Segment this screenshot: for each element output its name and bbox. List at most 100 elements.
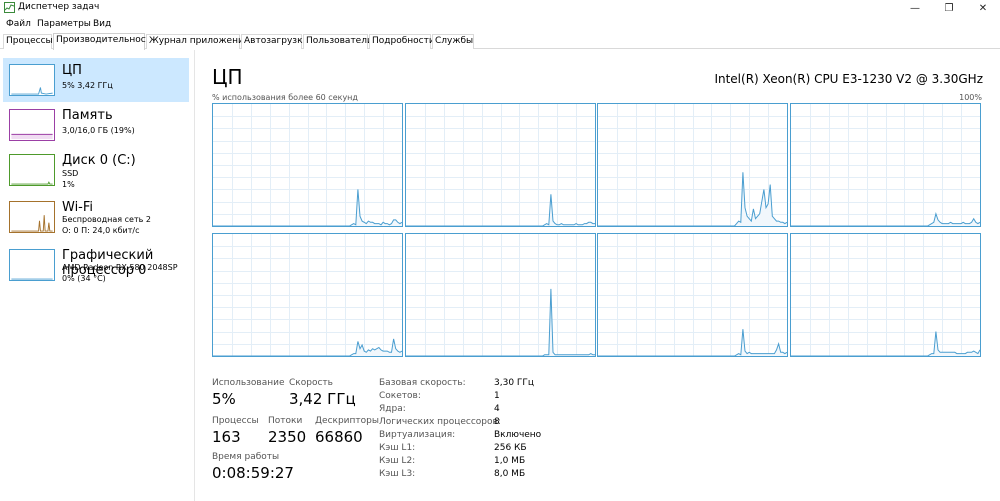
- disk-thumbnail-graph: [9, 154, 55, 186]
- sidebar-item-detail: 1%: [62, 180, 75, 189]
- cpu-core-graph-0-plot: [213, 104, 402, 226]
- sidebar-item-memory[interactable]: Память 3,0/16,0 ГБ (19%): [3, 103, 189, 147]
- detail-value: 256 КБ: [494, 443, 527, 453]
- uptime-label: Время работы: [212, 452, 280, 462]
- detail-label: Базовая скорость:: [379, 378, 466, 388]
- menu-view[interactable]: Вид: [93, 18, 111, 30]
- sidebar-item-detail: 0% (34 °C): [62, 274, 106, 283]
- cpu-usage-area: [598, 172, 787, 226]
- cpu-usage-area: [406, 288, 595, 356]
- cpu-usage-area: [791, 213, 980, 226]
- usage-label: Использование: [212, 378, 285, 388]
- handles-label: Дескрипторы: [315, 416, 379, 426]
- detail-label: Логических процессоров:: [379, 417, 501, 427]
- cpu-usage-line: [406, 194, 595, 226]
- cpu-core-graph-4: [212, 233, 403, 357]
- detail-value: 8: [494, 417, 500, 427]
- cpu-core-graph-6-plot: [598, 234, 787, 356]
- detail-value: 1,0 МБ: [494, 456, 526, 466]
- sidebar-item-subtitle: 3,0/16,0 ГБ (19%): [62, 126, 135, 135]
- detail-label: Виртуализация:: [379, 430, 456, 440]
- tab-bar: Процессы Производительность Журнал прило…: [0, 33, 1000, 50]
- cpu-core-graph-5: [405, 233, 596, 357]
- processes-value: 163: [212, 428, 241, 446]
- cpu-core-graph-2-plot: [598, 104, 787, 226]
- detail-label: Ядра:: [379, 404, 406, 414]
- wifi-thumbnail-graph: [9, 201, 55, 233]
- cpu-core-graph-1-plot: [406, 104, 595, 226]
- threads-value: 2350: [268, 428, 307, 446]
- speed-value: 3,42 ГГц: [289, 390, 356, 408]
- sidebar-item-cpu[interactable]: ЦП 5% 3,42 ГГц: [3, 58, 189, 102]
- menu-bar: Файл Параметры Вид: [0, 17, 1000, 33]
- cpu-core-graph-3: [790, 103, 981, 227]
- minimize-button[interactable]: —: [898, 0, 932, 17]
- sidebar-item-title: Память: [62, 108, 113, 123]
- sidebar-item-disk[interactable]: Диск 0 (C:) SSD 1%: [3, 148, 189, 192]
- sidebar-item-subtitle: 5% 3,42 ГГц: [62, 81, 113, 90]
- sidebar-item-detail: О: 0 П: 24,0 кбит/с: [62, 226, 140, 235]
- graph-max-label: 100%: [959, 93, 982, 102]
- processes-label: Процессы: [212, 416, 259, 426]
- handles-value: 66860: [315, 428, 363, 446]
- task-manager-icon: [4, 2, 15, 13]
- page-title: ЦП: [212, 65, 243, 89]
- sidebar-item-subtitle: AMD Radeon RX 580 2048SP: [62, 263, 178, 272]
- resource-sidebar: ЦП 5% 3,42 ГГц Память 3,0/16,0 ГБ (19%) …: [0, 50, 195, 501]
- cpu-usage-area: [598, 329, 787, 356]
- sidebar-item-gpu[interactable]: Графический процессор 0 AMD Radeon RX 58…: [3, 243, 189, 287]
- tab-performance[interactable]: Производительность: [53, 33, 156, 50]
- cpu-core-graph-6: [597, 233, 788, 357]
- tab-users[interactable]: Пользователи: [303, 34, 373, 49]
- cpu-core-graph-3-plot: [791, 104, 980, 226]
- cpu-usage-area: [213, 338, 402, 356]
- maximize-button[interactable]: ❐: [932, 0, 966, 17]
- sidebar-item-wifi[interactable]: Wi-Fi Беспроводная сеть 2 О: 0 П: 24,0 к…: [3, 195, 189, 239]
- detail-value: 3,30 ГГц: [494, 378, 535, 388]
- sidebar-item-title: ЦП: [62, 63, 82, 78]
- graph-axis-label: % использования более 60 секунд: [212, 93, 358, 102]
- detail-value: Включено: [494, 430, 542, 440]
- cpu-usage-line: [598, 329, 787, 356]
- detail-label: Кэш L2:: [379, 456, 416, 466]
- cpu-core-graph-5-plot: [406, 234, 595, 356]
- threads-label: Потоки: [268, 416, 303, 426]
- menu-options[interactable]: Параметры: [37, 18, 91, 30]
- cpu-core-graph-0: [212, 103, 403, 227]
- uptime-value: 0:08:59:27: [212, 464, 294, 482]
- cpu-core-graph-7: [790, 233, 981, 357]
- tab-startup[interactable]: Автозагрузка: [241, 34, 308, 49]
- cpu-usage-line: [213, 189, 402, 226]
- memory-thumbnail-graph: [9, 109, 55, 141]
- tab-services[interactable]: Службы: [432, 34, 474, 49]
- cpu-core-graph-4-plot: [213, 234, 402, 356]
- sidebar-item-subtitle: SSD: [62, 169, 79, 178]
- detail-label: Кэш L1:: [379, 443, 416, 453]
- cpu-thumbnail-graph: [9, 64, 55, 96]
- detail-label: Кэш L3:: [379, 469, 416, 479]
- usage-value: 5%: [212, 390, 236, 408]
- tab-processes[interactable]: Процессы: [3, 34, 53, 49]
- cpu-usage-area: [406, 194, 595, 226]
- cpu-usage-line: [406, 288, 595, 356]
- sidebar-item-subtitle: Беспроводная сеть 2: [62, 215, 151, 224]
- close-button[interactable]: ✕: [966, 0, 1000, 17]
- speed-label: Скорость: [289, 378, 333, 388]
- detail-value: 8,0 МБ: [494, 469, 526, 479]
- gpu-thumbnail-graph: [9, 249, 55, 281]
- cpu-core-graph-2: [597, 103, 788, 227]
- tab-app-history[interactable]: Журнал приложений: [146, 34, 250, 49]
- detail-value: 1: [494, 391, 500, 401]
- sidebar-item-title: Wi-Fi: [62, 200, 94, 215]
- detail-value: 4: [494, 404, 500, 414]
- tab-details[interactable]: Подробности: [369, 34, 435, 49]
- menu-file[interactable]: Файл: [6, 18, 31, 30]
- cpu-usage-line: [791, 331, 980, 356]
- cpu-usage-area: [213, 189, 402, 226]
- cpu-model-name: Intel(R) Xeon(R) CPU E3-1230 V2 @ 3.30GH…: [714, 72, 983, 86]
- cpu-core-graph-1: [405, 103, 596, 227]
- title-bar: Диспетчер задач — ❐ ✕: [0, 0, 1000, 17]
- sidebar-item-title: Диск 0 (C:): [62, 153, 136, 168]
- cpu-core-graph-7-plot: [791, 234, 980, 356]
- detail-label: Сокетов:: [379, 391, 421, 401]
